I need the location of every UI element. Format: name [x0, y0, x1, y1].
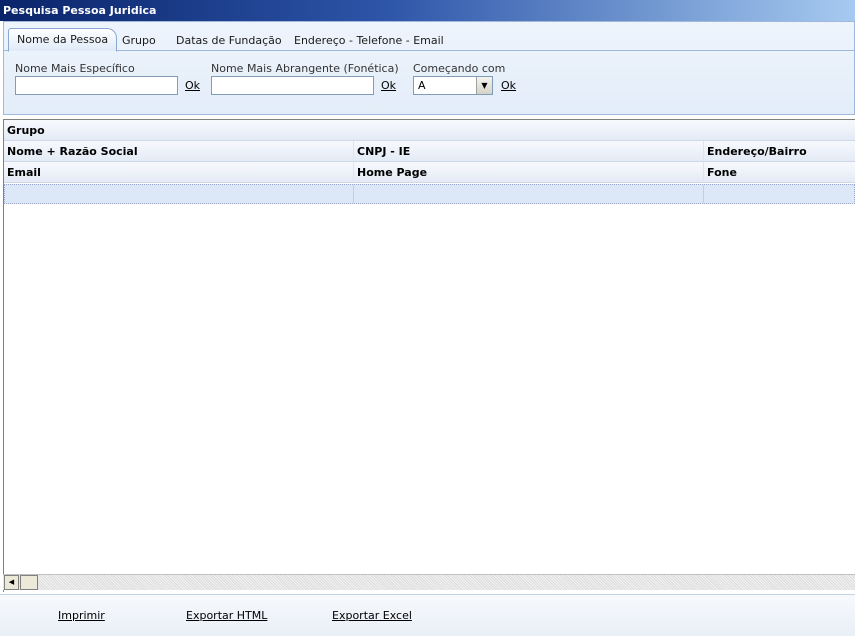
tab-strip: Nome da Pessoa Grupo Datas de Fundação E…	[4, 22, 854, 52]
tab-endereco-telefone-email[interactable]: Endereço - Telefone - Email	[294, 31, 444, 50]
column-header-grupo[interactable]: Grupo	[4, 120, 855, 141]
tab-grupo[interactable]: Grupo	[122, 31, 156, 50]
starts-with-ok-link[interactable]: Ok	[501, 79, 516, 92]
results-grid: Grupo Nome + Razão Social CNPJ - IE Ende…	[3, 119, 855, 592]
tab-nome-da-pessoa[interactable]: Nome da Pessoa	[8, 28, 118, 52]
grid-header-row-2: Email Home Page Fone	[4, 162, 855, 183]
scrollbar-thumb[interactable]	[20, 575, 38, 590]
table-cell[interactable]	[354, 185, 704, 203]
horizontal-scrollbar[interactable]: ◀	[3, 574, 855, 590]
broad-name-label: Nome Mais Abrangente (Fonética)	[211, 62, 399, 75]
table-cell[interactable]	[704, 185, 854, 203]
grid-header-row-1: Nome + Razão Social CNPJ - IE Endereço/B…	[4, 141, 855, 162]
window-title: Pesquisa Pessoa Juridica	[0, 0, 855, 21]
specific-name-ok-link[interactable]: Ok	[185, 79, 200, 92]
scroll-left-icon[interactable]: ◀	[4, 575, 19, 590]
starts-with-selected-value: A	[418, 79, 426, 92]
column-header-home-page[interactable]: Home Page	[354, 162, 704, 183]
starts-with-label: Começando com	[413, 62, 506, 75]
export-excel-link[interactable]: Exportar Excel	[332, 609, 412, 622]
column-header-fone[interactable]: Fone	[704, 162, 855, 183]
specific-name-input[interactable]	[15, 76, 178, 95]
tab-datas-de-fundacao[interactable]: Datas de Fundação	[176, 31, 282, 50]
starts-with-select[interactable]: A ▼	[413, 76, 493, 95]
footer-bar: Imprimir Exportar HTML Exportar Excel	[0, 594, 855, 636]
broad-name-ok-link[interactable]: Ok	[381, 79, 396, 92]
column-header-endereco-bairro[interactable]: Endereço/Bairro	[704, 141, 855, 162]
print-link[interactable]: Imprimir	[58, 609, 105, 622]
filter-panel: Nome da Pessoa Grupo Datas de Fundação E…	[3, 21, 855, 115]
table-row[interactable]	[4, 184, 855, 204]
dropdown-arrow-icon[interactable]: ▼	[476, 77, 492, 94]
specific-name-label: Nome Mais Específico	[15, 62, 135, 75]
column-header-email[interactable]: Email	[4, 162, 354, 183]
grid-group-header-row: Grupo	[4, 120, 855, 141]
table-cell[interactable]	[5, 185, 354, 203]
broad-name-input[interactable]	[211, 76, 374, 95]
export-html-link[interactable]: Exportar HTML	[186, 609, 267, 622]
column-header-cnpj-ie[interactable]: CNPJ - IE	[354, 141, 704, 162]
column-header-nome-razao-social[interactable]: Nome + Razão Social	[4, 141, 354, 162]
